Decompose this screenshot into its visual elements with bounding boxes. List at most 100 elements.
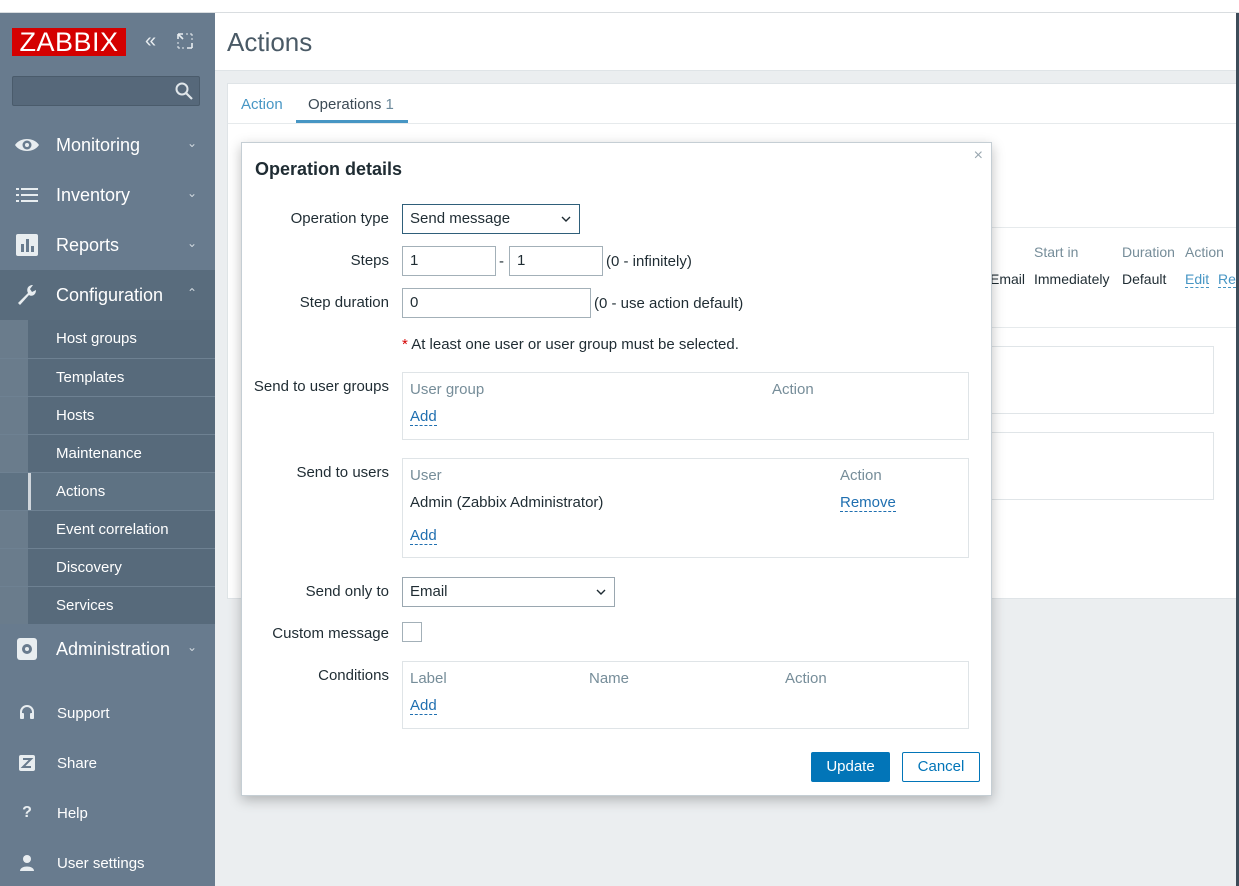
menu-label: Configuration <box>56 285 164 305</box>
submenu-label: Services <box>56 597 114 614</box>
submenu-maintenance[interactable]: Maintenance <box>0 434 215 472</box>
add-condition-link[interactable]: Add <box>410 697 437 715</box>
chevron-down-icon: ⌄ <box>186 236 197 250</box>
bottom-menu: Support Share ? Help User settings <box>0 689 215 886</box>
column-action: Action <box>772 381 814 398</box>
menu-inventory[interactable]: Inventory ⌄ <box>0 170 215 220</box>
tab-operations-count: 1 <box>385 96 394 113</box>
bottom-label: Share <box>57 755 98 772</box>
divider <box>978 327 1239 328</box>
menu-administration[interactable]: Administration ⌄ <box>0 624 215 674</box>
add-user-link[interactable]: Add <box>410 527 437 545</box>
bar-chart-icon <box>16 234 38 256</box>
user-groups-table: User group Action Add <box>402 372 969 440</box>
column-action: Action <box>785 670 827 687</box>
submenu-discovery[interactable]: Discovery <box>0 548 215 586</box>
user-icon <box>20 855 34 871</box>
submenu-label: Hosts <box>56 407 95 424</box>
menu-label: Inventory <box>56 185 131 205</box>
submenu-services[interactable]: Services <box>0 586 215 624</box>
menu-share[interactable]: Share <box>0 739 215 789</box>
search-input[interactable] <box>12 76 200 106</box>
operation-details-dialog: Operation details × Operation type Send … <box>241 142 992 796</box>
zabbix-logo[interactable]: ZABBIX <box>12 28 126 56</box>
submenu-host-groups[interactable]: Host groups <box>0 320 215 358</box>
chevron-up-icon: ⌃ <box>186 286 197 300</box>
sidebar: ZABBIX « Monitoring ⌄ Inventory ⌄ Report… <box>0 13 215 886</box>
list-icon <box>16 188 38 202</box>
edit-link[interactable]: Edit <box>1185 271 1210 288</box>
chevron-down-icon: ⌄ <box>186 640 197 654</box>
menu-user-settings[interactable]: User settings <box>0 839 215 886</box>
submenu-templates[interactable]: Templates <box>0 358 215 396</box>
required-star: * <box>402 336 408 353</box>
menu-label: Administration <box>56 639 171 659</box>
help-icon: ? <box>22 804 32 821</box>
kiosk-mode-icon[interactable] <box>177 33 193 49</box>
bottom-label: Help <box>57 805 88 822</box>
cell-duration: Default <box>1122 271 1167 287</box>
bottom-label: User settings <box>57 855 145 872</box>
step-duration-label: Step duration <box>299 294 389 311</box>
steps-separator: - <box>499 253 504 270</box>
wrench-icon <box>18 285 36 305</box>
send-only-to-select[interactable]: Email <box>402 577 615 607</box>
collapse-sidebar-icon[interactable]: « <box>145 31 156 51</box>
menu-help[interactable]: ? Help <box>0 789 215 839</box>
page-header: Actions <box>215 13 1239 71</box>
eye-icon <box>15 139 39 151</box>
step-duration-input[interactable]: 0 <box>402 288 591 318</box>
close-icon[interactable]: × <box>974 147 983 165</box>
menu-support[interactable]: Support <box>0 689 215 739</box>
step-duration-hint: (0 - use action default) <box>594 295 744 312</box>
conditions-table: Label Name Action Add <box>402 661 969 729</box>
submenu-actions[interactable]: Actions <box>0 472 215 511</box>
cell-details: Email <box>990 271 1026 287</box>
required-warning: * At least one user or user group must b… <box>402 336 739 353</box>
tab-operations[interactable]: Operations 1 <box>308 96 394 113</box>
submenu-hosts[interactable]: Hosts <box>0 396 215 434</box>
menu-label: Monitoring <box>56 135 141 155</box>
tab-action[interactable]: Action <box>241 96 283 113</box>
submenu-label: Event correlation <box>56 521 169 538</box>
dialog-title: Operation details <box>255 159 403 179</box>
chevron-down-icon <box>561 216 571 222</box>
steps-hint: (0 - infinitely) <box>606 253 692 270</box>
active-tab-indicator <box>296 120 408 123</box>
column-duration: Duration <box>1122 244 1175 260</box>
column-user: User <box>410 467 442 484</box>
share-icon <box>19 755 35 771</box>
chevron-down-icon: ⌄ <box>186 136 197 150</box>
submenu-label: Maintenance <box>56 445 142 462</box>
remove-user-link[interactable]: Remove <box>840 494 896 512</box>
cancel-button[interactable]: Cancel <box>902 752 980 782</box>
steps-from-input[interactable]: 1 <box>402 246 496 276</box>
update-button[interactable]: Update <box>811 752 890 782</box>
steps-label: Steps <box>350 252 389 269</box>
chevron-down-icon: ⌄ <box>186 186 197 200</box>
top-border <box>0 0 1239 13</box>
menu-configuration[interactable]: Configuration ⌃ <box>0 270 215 320</box>
search-icon[interactable] <box>175 82 193 100</box>
send-to-user-groups-label: Send to user groups <box>253 378 389 395</box>
column-user-group: User group <box>410 381 485 398</box>
steps-to-input[interactable]: 1 <box>509 246 603 276</box>
user-name: Admin (Zabbix Administrator) <box>410 494 604 511</box>
remove-link[interactable]: Re <box>1218 271 1236 288</box>
gear-icon <box>17 638 37 660</box>
column-label: Label <box>410 670 447 687</box>
menu-monitoring[interactable]: Monitoring ⌄ <box>0 120 215 170</box>
tab-operations-label: Operations <box>308 96 382 113</box>
add-user-group-link[interactable]: Add <box>410 408 437 426</box>
column-start-in: Start in <box>1034 244 1079 260</box>
main-menu: Monitoring ⌄ Inventory ⌄ Reports ⌄ Confi… <box>0 120 215 674</box>
submenu-label: Actions <box>56 483 106 500</box>
custom-message-label: Custom message <box>272 625 389 642</box>
submenu-event-correlation[interactable]: Event correlation <box>0 510 215 548</box>
menu-reports[interactable]: Reports ⌄ <box>0 220 215 270</box>
operation-type-select[interactable]: Send message <box>402 204 580 234</box>
operation-type-label: Operation type <box>290 210 389 227</box>
custom-message-checkbox[interactable] <box>402 622 422 642</box>
update-operations-box <box>978 432 1214 500</box>
cell-start-in: Immediately <box>1034 271 1110 287</box>
